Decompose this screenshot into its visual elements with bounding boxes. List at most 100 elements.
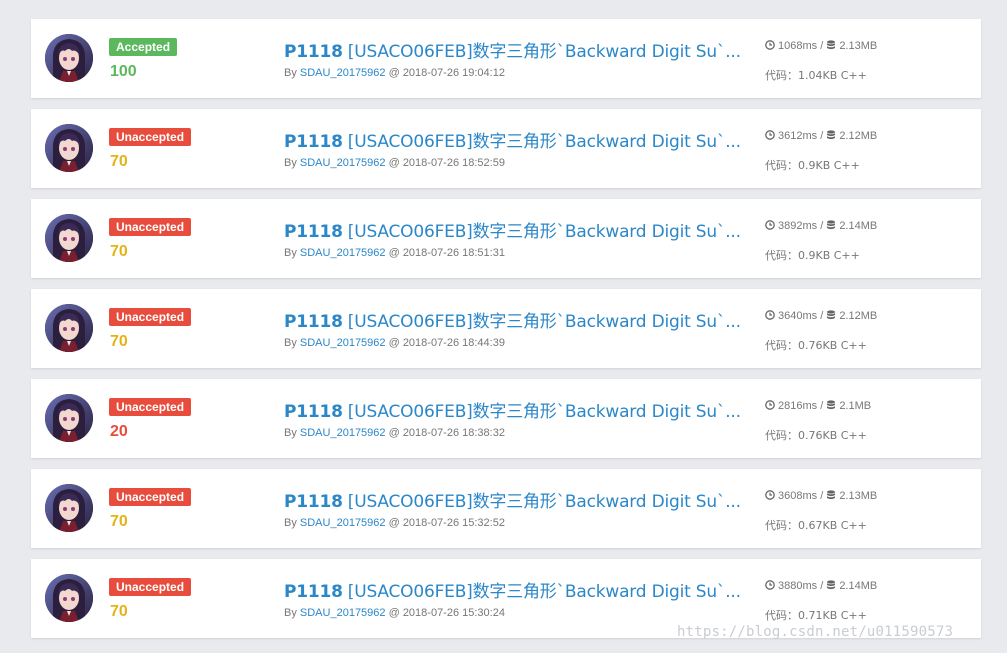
submission-card: Unaccepted 70 P1118 [USACO06FEB]数字三角形`Bac… (31, 199, 981, 278)
by-label: By (284, 427, 297, 439)
clock-icon (765, 40, 775, 50)
problem-title[interactable]: [USACO06FEB]数字三角形`Backward Digit Su`... (348, 402, 741, 422)
clock-icon (765, 580, 775, 590)
status-badge: Unaccepted (109, 578, 192, 596)
by-label: By (284, 247, 297, 259)
code-info: 代码：0.76KB C++ (765, 339, 867, 352)
avatar-image (45, 214, 93, 262)
problem-title[interactable]: [USACO06FEB]数字三角形`Backward Digit Su`... (348, 492, 741, 512)
submit-time: @ 2018-07-26 15:32:52 (388, 517, 505, 529)
problem-link[interactable]: P1118 [USACO06FEB]数字三角形`Backward Digit Su… (284, 217, 741, 242)
status-badge: Unaccepted (109, 488, 192, 506)
database-icon (827, 490, 836, 500)
user-link[interactable]: SDAU_20175962 (300, 67, 386, 79)
status-badge: Unaccepted (109, 398, 192, 416)
avatar[interactable] (45, 34, 93, 82)
problem-title[interactable]: [USACO06FEB]数字三角形`Backward Digit Su`... (348, 582, 741, 602)
clock-icon (765, 310, 775, 320)
run-time: 3608ms / (778, 490, 824, 502)
submission-card: Unaccepted 70 P1118 [USACO06FEB]数字三角形`Bac… (31, 289, 981, 368)
submit-time: @ 2018-07-26 19:04:12 (388, 67, 505, 79)
problem-id[interactable]: P1118 (284, 132, 343, 152)
user-link[interactable]: SDAU_20175962 (300, 337, 386, 349)
submit-time: @ 2018-07-26 18:44:39 (388, 337, 505, 349)
problem-link[interactable]: P1118 [USACO06FEB]数字三角形`Backward Digit Su… (284, 577, 741, 602)
score: 100 (110, 63, 137, 80)
avatar[interactable] (45, 484, 93, 532)
run-time: 1068ms / (778, 40, 824, 52)
problem-title[interactable]: [USACO06FEB]数字三角形`Backward Digit Su`... (348, 312, 741, 332)
problem-id[interactable]: P1118 (284, 312, 343, 332)
avatar[interactable] (45, 574, 93, 622)
submission-card: Unaccepted 20 P1118 [USACO06FEB]数字三角形`Bac… (31, 379, 981, 458)
submit-time: @ 2018-07-26 18:51:31 (388, 247, 505, 259)
problem-link[interactable]: P1118 [USACO06FEB]数字三角形`Backward Digit Su… (284, 307, 741, 332)
run-time: 3640ms / (778, 310, 824, 322)
database-icon (827, 310, 836, 320)
memory-usage: 2.14MB (839, 580, 878, 592)
problem-link[interactable]: P1118 [USACO06FEB]数字三角形`Backward Digit Su… (284, 397, 741, 422)
clock-icon (765, 130, 775, 140)
resource-stats: 3640ms / 2.12MB (765, 310, 877, 322)
user-link[interactable]: SDAU_20175962 (300, 517, 386, 529)
submission-list: Accepted 100 P1118 [USACO06FEB]数字三角形`Back… (31, 19, 981, 649)
problem-id[interactable]: P1118 (284, 402, 343, 422)
resource-stats: 3892ms / 2.14MB (765, 220, 877, 232)
problem-id[interactable]: P1118 (284, 222, 343, 242)
memory-usage: 2.13MB (839, 40, 878, 52)
resource-stats: 3880ms / 2.14MB (765, 580, 877, 592)
run-time: 3892ms / (778, 220, 824, 232)
submission-meta: By SDAU_20175962 @ 2018-07-26 19:04:12 (284, 67, 505, 79)
by-label: By (284, 157, 297, 169)
run-time: 3880ms / (778, 580, 824, 592)
code-info: 代码：0.67KB C++ (765, 519, 867, 532)
avatar[interactable] (45, 214, 93, 262)
by-label: By (284, 337, 297, 349)
code-info: 代码：0.76KB C++ (765, 429, 867, 442)
resource-stats: 2816ms / 2.1MB (765, 400, 871, 412)
problem-id[interactable]: P1118 (284, 42, 343, 62)
problem-link[interactable]: P1118 [USACO06FEB]数字三角形`Backward Digit Su… (284, 127, 741, 152)
submission-meta: By SDAU_20175962 @ 2018-07-26 18:52:59 (284, 157, 505, 169)
submission-meta: By SDAU_20175962 @ 2018-07-26 18:44:39 (284, 337, 505, 349)
by-label: By (284, 67, 297, 79)
code-info: 代码：0.71KB C++ (765, 609, 867, 622)
user-link[interactable]: SDAU_20175962 (300, 427, 386, 439)
resource-stats: 1068ms / 2.13MB (765, 40, 877, 52)
problem-title[interactable]: [USACO06FEB]数字三角形`Backward Digit Su`... (348, 132, 741, 152)
avatar-image (45, 394, 93, 442)
score: 70 (110, 513, 128, 530)
code-info: 代码：0.9KB C++ (765, 249, 860, 262)
submission-meta: By SDAU_20175962 @ 2018-07-26 15:32:52 (284, 517, 505, 529)
submit-time: @ 2018-07-26 18:38:32 (388, 427, 505, 439)
problem-link[interactable]: P1118 [USACO06FEB]数字三角形`Backward Digit Su… (284, 37, 741, 62)
problem-link[interactable]: P1118 [USACO06FEB]数字三角形`Backward Digit Su… (284, 487, 741, 512)
clock-icon (765, 400, 775, 410)
avatar[interactable] (45, 394, 93, 442)
problem-title[interactable]: [USACO06FEB]数字三角形`Backward Digit Su`... (348, 42, 741, 62)
status-badge: Accepted (109, 38, 178, 56)
memory-usage: 2.1MB (839, 400, 872, 412)
database-icon (827, 580, 836, 590)
submission-meta: By SDAU_20175962 @ 2018-07-26 18:51:31 (284, 247, 505, 259)
problem-id[interactable]: P1118 (284, 492, 343, 512)
problem-title[interactable]: [USACO06FEB]数字三角形`Backward Digit Su`... (348, 222, 741, 242)
resource-stats: 3612ms / 2.12MB (765, 130, 877, 142)
score: 70 (110, 153, 128, 170)
code-info: 代码：0.9KB C++ (765, 159, 860, 172)
problem-id[interactable]: P1118 (284, 582, 343, 602)
by-label: By (284, 517, 297, 529)
user-link[interactable]: SDAU_20175962 (300, 247, 386, 259)
submission-card: Accepted 100 P1118 [USACO06FEB]数字三角形`Back… (31, 19, 981, 98)
user-link[interactable]: SDAU_20175962 (300, 607, 386, 619)
submission-meta: By SDAU_20175962 @ 2018-07-26 15:30:24 (284, 607, 505, 619)
avatar[interactable] (45, 124, 93, 172)
user-link[interactable]: SDAU_20175962 (300, 157, 386, 169)
database-icon (827, 40, 836, 50)
by-label: By (284, 607, 297, 619)
score: 70 (110, 603, 128, 620)
resource-stats: 3608ms / 2.13MB (765, 490, 877, 502)
avatar-image (45, 574, 93, 622)
avatar[interactable] (45, 304, 93, 352)
memory-usage: 2.12MB (839, 310, 878, 322)
